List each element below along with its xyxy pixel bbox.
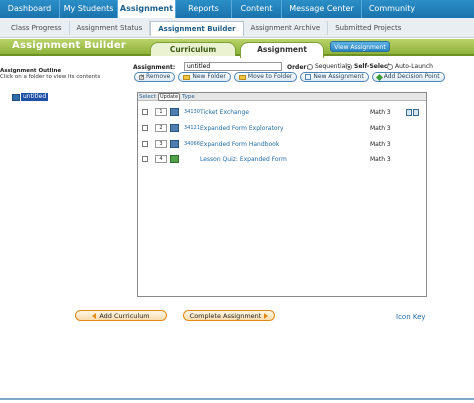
move-to-folder-label: Move to Folder bbox=[247, 73, 293, 80]
activity-code: 34121 bbox=[184, 125, 200, 131]
quiz-icon[interactable] bbox=[170, 155, 179, 163]
row-order-field[interactable]: 3 bbox=[155, 140, 167, 148]
add-curriculum-label: Add Curriculum bbox=[99, 311, 150, 320]
row-order-field[interactable]: 1 bbox=[155, 108, 167, 116]
activity-title-link[interactable]: Ticket Exchange bbox=[200, 109, 249, 116]
subnav-class-progress[interactable]: Class Progress bbox=[4, 20, 70, 35]
add-decision-point-button[interactable]: Add Decision Point bbox=[371, 72, 445, 82]
select-column-header: Select bbox=[139, 93, 156, 100]
row-select-checkbox[interactable] bbox=[142, 141, 148, 147]
subnav-assignment-status[interactable]: Assignment Status bbox=[70, 20, 151, 35]
row-order-field[interactable]: 4 bbox=[155, 155, 167, 163]
preview-icon[interactable] bbox=[406, 108, 412, 116]
folder-icon bbox=[12, 93, 20, 101]
update-button[interactable]: Update bbox=[157, 92, 181, 101]
order-label: Order: bbox=[287, 64, 309, 71]
activity-title-link[interactable]: Expanded Form Handbook bbox=[200, 141, 279, 148]
outline-root-node[interactable]: untitled bbox=[12, 93, 49, 101]
order-auto-launch-label: Auto-Launch bbox=[395, 63, 433, 70]
order-sequential-radio[interactable]: Sequential bbox=[307, 63, 347, 70]
move-to-folder-button[interactable]: Move to Folder bbox=[233, 72, 298, 82]
nav-my-students[interactable]: My Students bbox=[60, 0, 118, 18]
radio-unselected-icon bbox=[387, 63, 393, 70]
table-row: 2 34121 Expanded Form Exploratory Math 3 bbox=[138, 122, 426, 134]
info-icon[interactable] bbox=[413, 108, 419, 116]
add-decision-point-label: Add Decision Point bbox=[383, 73, 440, 80]
complete-assignment-button[interactable]: Complete Assignment bbox=[183, 310, 275, 321]
activity-subject: Math 3 bbox=[370, 108, 391, 116]
row-actions bbox=[406, 108, 419, 116]
activity-icon[interactable] bbox=[170, 124, 179, 132]
radio-selected-icon bbox=[346, 63, 352, 70]
table-row: 4 Lesson Quiz: Expanded Form Math 3 bbox=[138, 153, 426, 165]
nav-message-center[interactable]: Message Center bbox=[282, 0, 362, 18]
sub-navigation: Class Progress Assignment Status Assignm… bbox=[0, 18, 474, 38]
new-folder-label: New Folder bbox=[192, 73, 226, 80]
icon-key-link[interactable]: Icon Key bbox=[396, 313, 426, 321]
nav-assignment[interactable]: Assignment bbox=[118, 0, 176, 18]
new-folder-button[interactable]: New Folder bbox=[178, 72, 231, 82]
assignment-name-input[interactable] bbox=[184, 62, 282, 71]
new-assignment-icon bbox=[305, 74, 312, 80]
activity-title-link[interactable]: Expanded Form Exploratory bbox=[200, 125, 284, 132]
subnav-assignment-builder[interactable]: Assignment Builder bbox=[150, 21, 244, 36]
activity-icon[interactable] bbox=[170, 108, 179, 116]
row-select-checkbox[interactable] bbox=[142, 109, 148, 115]
remove-label: Remove bbox=[146, 73, 171, 80]
order-self-select-radio[interactable]: Self-Select bbox=[346, 63, 390, 70]
activity-subject: Math 3 bbox=[370, 124, 391, 132]
tab-assignment[interactable]: Assignment bbox=[240, 42, 324, 58]
arrow-left-icon bbox=[92, 312, 97, 319]
activity-code: 34130 bbox=[184, 109, 200, 115]
new-assignment-label: New Assignment bbox=[313, 73, 364, 80]
add-curriculum-button[interactable]: Add Curriculum bbox=[75, 310, 167, 321]
nav-reports[interactable]: Reports bbox=[176, 0, 232, 18]
grid-toolbar: Remove New Folder Move to Folder New Ass… bbox=[134, 72, 445, 82]
activity-title-link[interactable]: Lesson Quiz: Expanded Form bbox=[200, 156, 287, 163]
row-select-checkbox[interactable] bbox=[142, 156, 148, 162]
remove-icon bbox=[139, 73, 145, 81]
subnav-submitted-projects[interactable]: Submitted Projects bbox=[328, 21, 408, 35]
top-navigation: Dashboard My Students Assignment Reports… bbox=[0, 0, 474, 18]
move-folder-icon bbox=[238, 74, 246, 80]
footer-divider bbox=[0, 398, 474, 400]
view-assignment-button[interactable]: View Assignment bbox=[330, 41, 390, 52]
nav-dashboard[interactable]: Dashboard bbox=[0, 0, 60, 18]
type-column-header: Type bbox=[182, 93, 195, 100]
row-order-field[interactable]: 2 bbox=[155, 124, 167, 132]
order-auto-launch-radio[interactable]: Auto-Launch bbox=[387, 63, 433, 70]
table-row: 3 34066 Expanded Form Handbook Math 3 bbox=[138, 138, 426, 150]
order-sequential-label: Sequential bbox=[315, 63, 347, 70]
builder-header-band: Assignment Builder bbox=[0, 39, 474, 56]
grid-header: Select Update Type bbox=[138, 92, 426, 101]
decision-point-icon bbox=[375, 73, 383, 81]
row-select-checkbox[interactable] bbox=[142, 125, 148, 131]
arrow-right-icon bbox=[264, 312, 269, 319]
new-assignment-button[interactable]: New Assignment bbox=[300, 72, 369, 82]
outline-node-label[interactable]: untitled bbox=[21, 93, 49, 101]
nav-content[interactable]: Content bbox=[232, 0, 282, 18]
order-self-select-label: Self-Select bbox=[354, 63, 391, 70]
activity-code: 34066 bbox=[184, 141, 200, 147]
table-row: 1 34130 Ticket Exchange Math 3 bbox=[138, 106, 426, 118]
tab-curriculum[interactable]: Curriculum bbox=[150, 42, 236, 56]
radio-unselected-icon bbox=[307, 63, 313, 70]
activity-subject: Math 3 bbox=[370, 155, 391, 163]
assignment-name-label: Assignment: bbox=[133, 64, 176, 71]
activity-icon[interactable] bbox=[170, 140, 179, 148]
complete-assignment-label: Complete Assignment bbox=[189, 311, 262, 320]
folder-icon bbox=[183, 74, 191, 80]
activity-subject: Math 3 bbox=[370, 140, 391, 148]
page-title: Assignment Builder bbox=[12, 40, 127, 51]
nav-community[interactable]: Community bbox=[362, 0, 422, 18]
assignment-grid: Select Update Type 1 34130 Ticket Exchan… bbox=[137, 92, 427, 297]
subnav-assignment-archive[interactable]: Assignment Archive bbox=[244, 20, 329, 35]
remove-button[interactable]: Remove bbox=[134, 72, 176, 82]
outline-hint: Click on a folder to view its contents bbox=[0, 74, 101, 80]
